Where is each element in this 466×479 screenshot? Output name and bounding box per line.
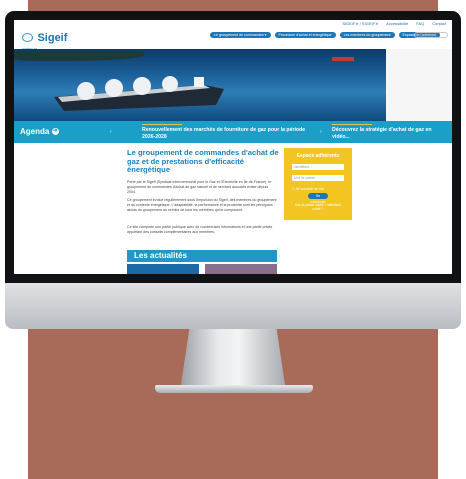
nav-item-groupement[interactable]: Le groupement de commandes ▾ <box>210 32 271 38</box>
utility-link-faq[interactable]: FAQ <box>416 21 424 26</box>
main-content: Le groupement de commandes d'achat de ga… <box>14 143 452 274</box>
logo-icon <box>22 33 33 43</box>
lng-carrier-ship-illustration <box>54 76 224 111</box>
logo-text: Sigeif <box>37 31 68 44</box>
page-title: Le groupement de commandes d'achat de ga… <box>127 148 279 175</box>
utility-link-contact[interactable]: Contact <box>432 21 446 26</box>
carousel-next-icon[interactable]: › <box>320 129 322 135</box>
search-input[interactable]: Rechercher... <box>414 32 448 38</box>
arrow-right-icon: ➜ <box>51 128 59 136</box>
forgot-links[interactable]: Mot de passe oublié ? Identifiant oublié… <box>292 203 344 211</box>
hero-right-panel <box>386 49 452 121</box>
news-underline <box>142 124 182 125</box>
utility-link-accessibility[interactable]: Accessibilité <box>386 21 408 26</box>
nav-item-procedure[interactable]: Procédure d'achat et énergétique <box>274 32 336 38</box>
nav-item-membres[interactable]: Les membres du groupement <box>339 32 395 38</box>
intro-paragraph: Ce groupement évolue régulièrement sous … <box>127 198 277 212</box>
news-item[interactable]: Découvrez la stratégie d'achat de gaz en… <box>332 124 442 140</box>
monitor-bezel: SIGEIF.fr / SIGEIF.fr Accessibilité FAQ … <box>5 11 461 283</box>
news-thumbnail[interactable] <box>205 264 277 274</box>
news-band: Agenda ➜ ‹ Renouvellement des marchés de… <box>14 121 452 143</box>
news-item-text: Découvrez la stratégie d'achat de gaz en… <box>332 127 432 140</box>
site-header: Sigeif SYNDICAT INTERCOMMUNAL POUR LE GA… <box>14 29 452 70</box>
hero-coastline <box>14 51 144 61</box>
username-field[interactable]: Identifiant <box>292 164 344 170</box>
news-item[interactable]: Renouvellement des marchés de fourniture… <box>142 124 312 140</box>
news-heading: Les actualités <box>127 250 277 262</box>
login-button[interactable]: Se connecter <box>308 193 328 204</box>
agenda-link[interactable]: Agenda ➜ <box>20 127 59 136</box>
agenda-label: Agenda <box>20 127 50 136</box>
member-login-panel: Espace adhérents Identifiant Mot de pass… <box>284 148 352 220</box>
monitor-screen: SIGEIF.fr / SIGEIF.fr Accessibilité FAQ … <box>14 20 452 274</box>
main-nav: Le groupement de commandes ▾ Procédure d… <box>210 32 441 38</box>
desktop-monitor: SIGEIF.fr / SIGEIF.fr Accessibilité FAQ … <box>5 11 461 329</box>
remember-checkbox[interactable]: ☐ Se souvenir de moi <box>292 187 324 191</box>
news-underline <box>332 124 372 125</box>
carousel-prev-icon[interactable]: ‹ <box>110 129 112 135</box>
utility-bar: SIGEIF.fr / SIGEIF.fr Accessibilité FAQ … <box>14 20 452 29</box>
monitor-stand-neck <box>181 329 285 385</box>
monitor-chin <box>5 283 461 329</box>
utility-link-sigeif[interactable]: SIGEIF.fr / SIGEIF.fr <box>342 21 378 26</box>
login-heading: Espace adhérents <box>296 153 340 159</box>
intro-paragraph: Porté par le Sigeif (Syndicat intercommu… <box>127 180 272 194</box>
password-field[interactable]: Mot de passe <box>292 175 344 181</box>
news-thumbnail[interactable] <box>127 264 199 274</box>
intro-paragraph: Ce site comporte une partie publique ave… <box>127 225 273 234</box>
monitor-stand-base <box>155 385 313 393</box>
remember-label: Se souvenir de moi <box>295 187 325 191</box>
hero-image <box>14 49 452 121</box>
hero-distant-ship <box>332 57 354 61</box>
news-item-text: Renouvellement des marchés de fourniture… <box>142 127 306 140</box>
